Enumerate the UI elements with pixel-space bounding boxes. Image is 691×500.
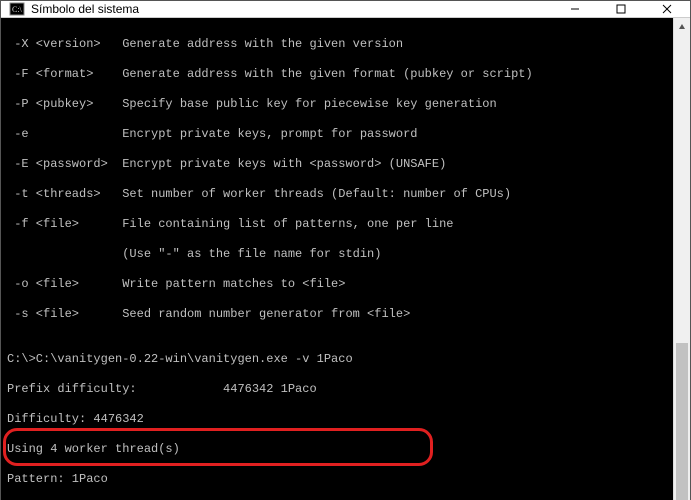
- output-line: -f <file> File containing list of patter…: [7, 217, 667, 232]
- window-title: Símbolo del sistema: [31, 2, 552, 16]
- output-line: -F <format> Generate address with the gi…: [7, 67, 667, 82]
- output-line: Using 4 worker thread(s): [7, 442, 667, 457]
- maximize-button[interactable]: [598, 1, 644, 17]
- output-line: -X <version> Generate address with the g…: [7, 37, 667, 52]
- output-line: -P <pubkey> Specify base public key for …: [7, 97, 667, 112]
- scroll-thumb[interactable]: [676, 343, 688, 500]
- titlebar: C:\ Símbolo del sistema: [1, 1, 690, 18]
- output-line: -e Encrypt private keys, prompt for pass…: [7, 127, 667, 142]
- scroll-up-button[interactable]: [674, 18, 690, 35]
- output-line: -s <file> Seed random number generator f…: [7, 307, 667, 322]
- minimize-button[interactable]: [552, 1, 598, 17]
- client-area: -X <version> Generate address with the g…: [1, 18, 690, 500]
- window: C:\ Símbolo del sistema -X <version> Gen…: [0, 0, 691, 500]
- terminal[interactable]: -X <version> Generate address with the g…: [1, 18, 673, 500]
- output-line: (Use "-" as the file name for stdin): [7, 247, 667, 262]
- output-line: -t <threads> Set number of worker thread…: [7, 187, 667, 202]
- scroll-track[interactable]: [674, 35, 690, 500]
- svg-text:C:\: C:\: [12, 5, 23, 14]
- window-buttons: [552, 1, 690, 17]
- output-line: Difficulty: 4476342: [7, 412, 667, 427]
- output-line: -o <file> Write pattern matches to <file…: [7, 277, 667, 292]
- scrollbar[interactable]: [673, 18, 690, 500]
- app-icon: C:\: [9, 1, 25, 17]
- output-line: Pattern: 1Paco: [7, 472, 667, 487]
- output-line: -E <password> Encrypt private keys with …: [7, 157, 667, 172]
- output-line: C:\>C:\vanitygen-0.22-win\vanitygen.exe …: [7, 352, 667, 367]
- output-line: Prefix difficulty: 4476342 1Paco: [7, 382, 667, 397]
- close-button[interactable]: [644, 1, 690, 17]
